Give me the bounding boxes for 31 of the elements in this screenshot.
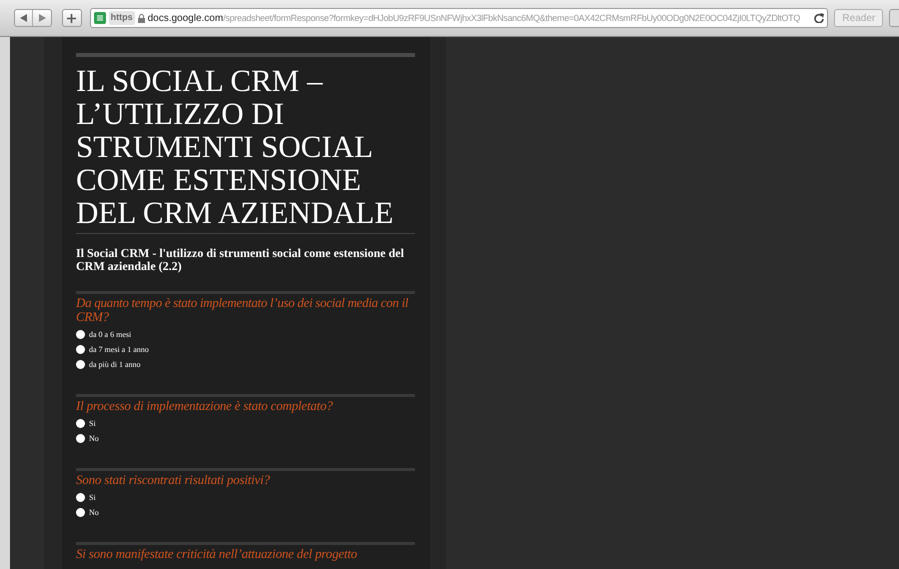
radio-button[interactable] [76,508,85,517]
option-label: da 0 a 6 mesi [89,328,132,340]
back-icon [20,14,27,22]
lock-icon [138,14,145,22]
question-text: Si sono manifestate criticità nell’attuazione del progetto [76,547,358,561]
plus-icon [67,14,76,22]
question-text: Da quanto tempo è stato implementato l’uso dei social media con il CRM? [76,296,410,324]
radio-button[interactable] [76,419,85,428]
question-text: Il processo di implementazione è stato completato? [76,399,334,413]
url-path: /spreadsheet/formResponse?formkey=dHJobU9zRF9USnNFWjhxX3lFbkNsanc6MQ&theme=0AX42CRMsmRFbUy00ODg0N2E0OC04ZjI0LTQyZDltOTQ [223,12,800,22]
url-scheme: https [108,11,135,25]
radio-button[interactable] [76,330,85,339]
question-text: Sono stati riscontrati risultati positivi? [76,473,271,487]
radio-button[interactable] [76,493,85,502]
option-label: No [89,432,99,444]
radio-button[interactable] [76,434,85,443]
spreadsheet-icon [94,12,106,24]
option-label: Si [89,492,96,504]
address-bar[interactable]: https docs.google.com/spreadsheet/formResponse?formkey=dHJobU9zRF9USnNFWjhxX3lFbkNsanc6MQ&theme=0AX42CRMsmRFbUy00ODg0N2E0OC04ZjI0LTQyZDltOTQ [90,8,828,28]
new-tab-button[interactable] [62,9,82,27]
radio-button[interactable] [76,345,85,354]
form-description: Il Social CRM - l'utilizzo di strumenti social come estensione del CRM aziendale (2.2) [76,247,405,273]
radio-button[interactable] [76,360,85,369]
option-label: No [89,506,99,518]
forward-icon [38,14,46,22]
option-label: Si [89,418,96,430]
form-title: IL SOCIAL CRM – L’UTILIZZO DI STRUMENTI SOCIAL COME ESTENSIONE DEL CRM AZIENDALE [76,64,394,229]
option-label: da più di 1 anno [89,358,141,370]
option-label: da 7 mesi a 1 anno [89,344,149,356]
reload-icon[interactable] [814,13,824,23]
url-host: docs.google.com [148,12,224,24]
